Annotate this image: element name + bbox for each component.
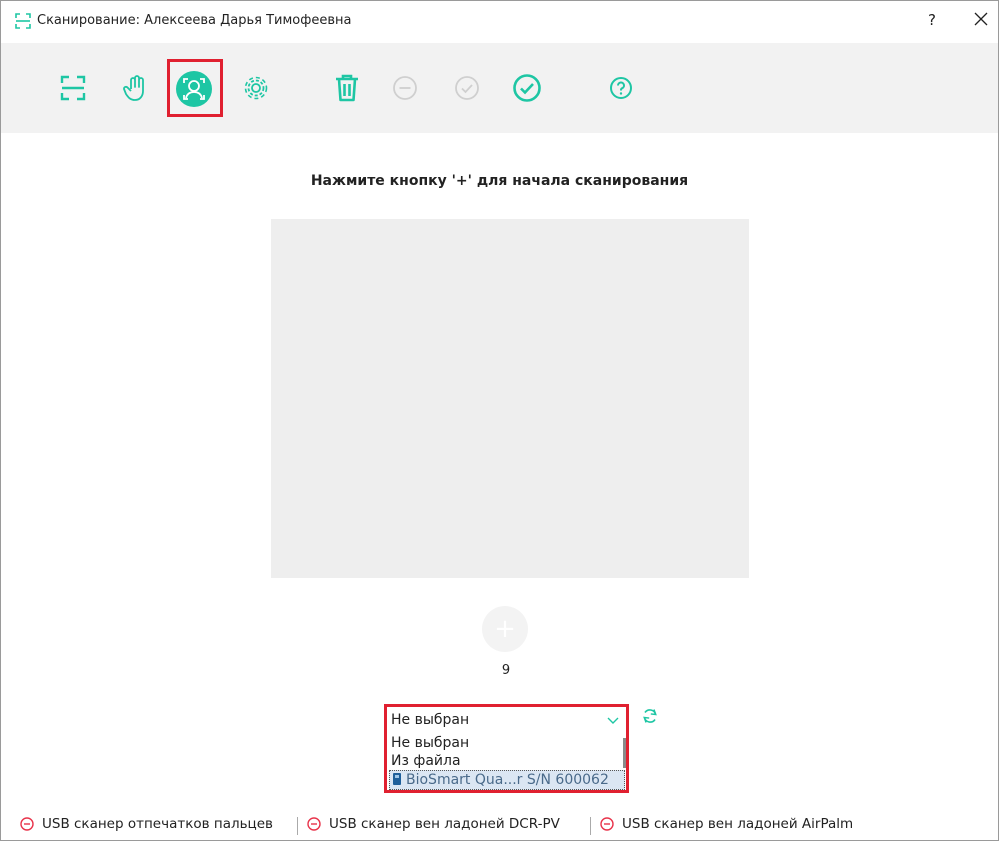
title-bar: Сканирование: Алексеева Дарья Тимофеевна… bbox=[1, 1, 998, 41]
scan-button[interactable] bbox=[56, 71, 90, 105]
scanner-device-icon bbox=[393, 773, 401, 785]
gear-icon bbox=[244, 76, 268, 100]
help-toolbar-button[interactable] bbox=[604, 71, 638, 105]
close-icon[interactable] bbox=[969, 7, 993, 31]
device-option[interactable]: Из файла bbox=[389, 752, 625, 770]
delete-button[interactable] bbox=[330, 71, 364, 105]
scan-frame-icon bbox=[60, 75, 86, 101]
device-option[interactable]: Не выбран bbox=[389, 734, 625, 752]
settings-button[interactable] bbox=[239, 71, 273, 105]
status-divider bbox=[590, 817, 591, 835]
status-bar: USB сканер отпечатков пальцев USB сканер… bbox=[1, 813, 998, 839]
add-button[interactable]: + bbox=[482, 606, 528, 652]
device-select-value: Не выбран bbox=[391, 712, 470, 728]
palm-scan-button[interactable] bbox=[119, 71, 153, 105]
window-title: Сканирование: Алексеева Дарья Тимофеевна bbox=[37, 13, 352, 28]
toolbar bbox=[1, 43, 998, 133]
remove-circle-icon bbox=[393, 76, 417, 100]
chevron-down-icon[interactable] bbox=[606, 713, 620, 727]
palm-icon bbox=[123, 75, 144, 101]
remove-circle-icon bbox=[20, 817, 34, 831]
scan-count: 9 bbox=[501, 663, 511, 678]
accept-button[interactable] bbox=[450, 71, 484, 105]
refresh-icon[interactable] bbox=[641, 707, 659, 725]
status-dcr-pv: USB сканер вен ладоней DCR-PV bbox=[307, 816, 560, 832]
options-scrollbar[interactable] bbox=[623, 738, 626, 768]
scan-preview-area bbox=[271, 219, 749, 578]
scan-window: Сканирование: Алексеева Дарья Тимофеевна… bbox=[0, 0, 999, 841]
scan-frame-icon bbox=[15, 13, 31, 29]
remove-button[interactable] bbox=[388, 71, 422, 105]
face-scan-highlight bbox=[167, 59, 223, 117]
device-option-selected[interactable]: BioSmart Qua...r S/N 600062 bbox=[389, 770, 625, 790]
help-circle-icon bbox=[610, 77, 632, 99]
remove-circle-icon bbox=[600, 817, 614, 831]
trash-icon bbox=[336, 74, 358, 102]
status-divider bbox=[297, 817, 298, 835]
confirm-button[interactable] bbox=[510, 71, 544, 105]
status-label: USB сканер вен ладоней AirPalm bbox=[622, 816, 854, 832]
status-label: USB сканер вен ладоней DCR-PV bbox=[329, 816, 560, 832]
check-circle-icon bbox=[455, 76, 479, 100]
device-select[interactable]: Не выбран Не выбран Из файла BioSmart Qu… bbox=[384, 704, 629, 793]
remove-circle-icon bbox=[307, 817, 321, 831]
confirm-circle-icon bbox=[513, 74, 541, 102]
device-option-label: BioSmart Qua...r S/N 600062 bbox=[406, 772, 609, 788]
scan-hint: Нажмите кнопку '+' для начала сканирован… bbox=[310, 173, 689, 189]
help-button[interactable]: ? bbox=[923, 9, 941, 31]
status-label: USB сканер отпечатков пальцев bbox=[42, 816, 274, 832]
status-airpalm: USB сканер вен ладоней AirPalm bbox=[600, 816, 853, 832]
device-options-list: Не выбран Из файла BioSmart Qua...r S/N … bbox=[389, 734, 625, 790]
status-fingerprint: USB сканер отпечатков пальцев bbox=[20, 816, 273, 832]
add-label: + bbox=[494, 614, 516, 644]
